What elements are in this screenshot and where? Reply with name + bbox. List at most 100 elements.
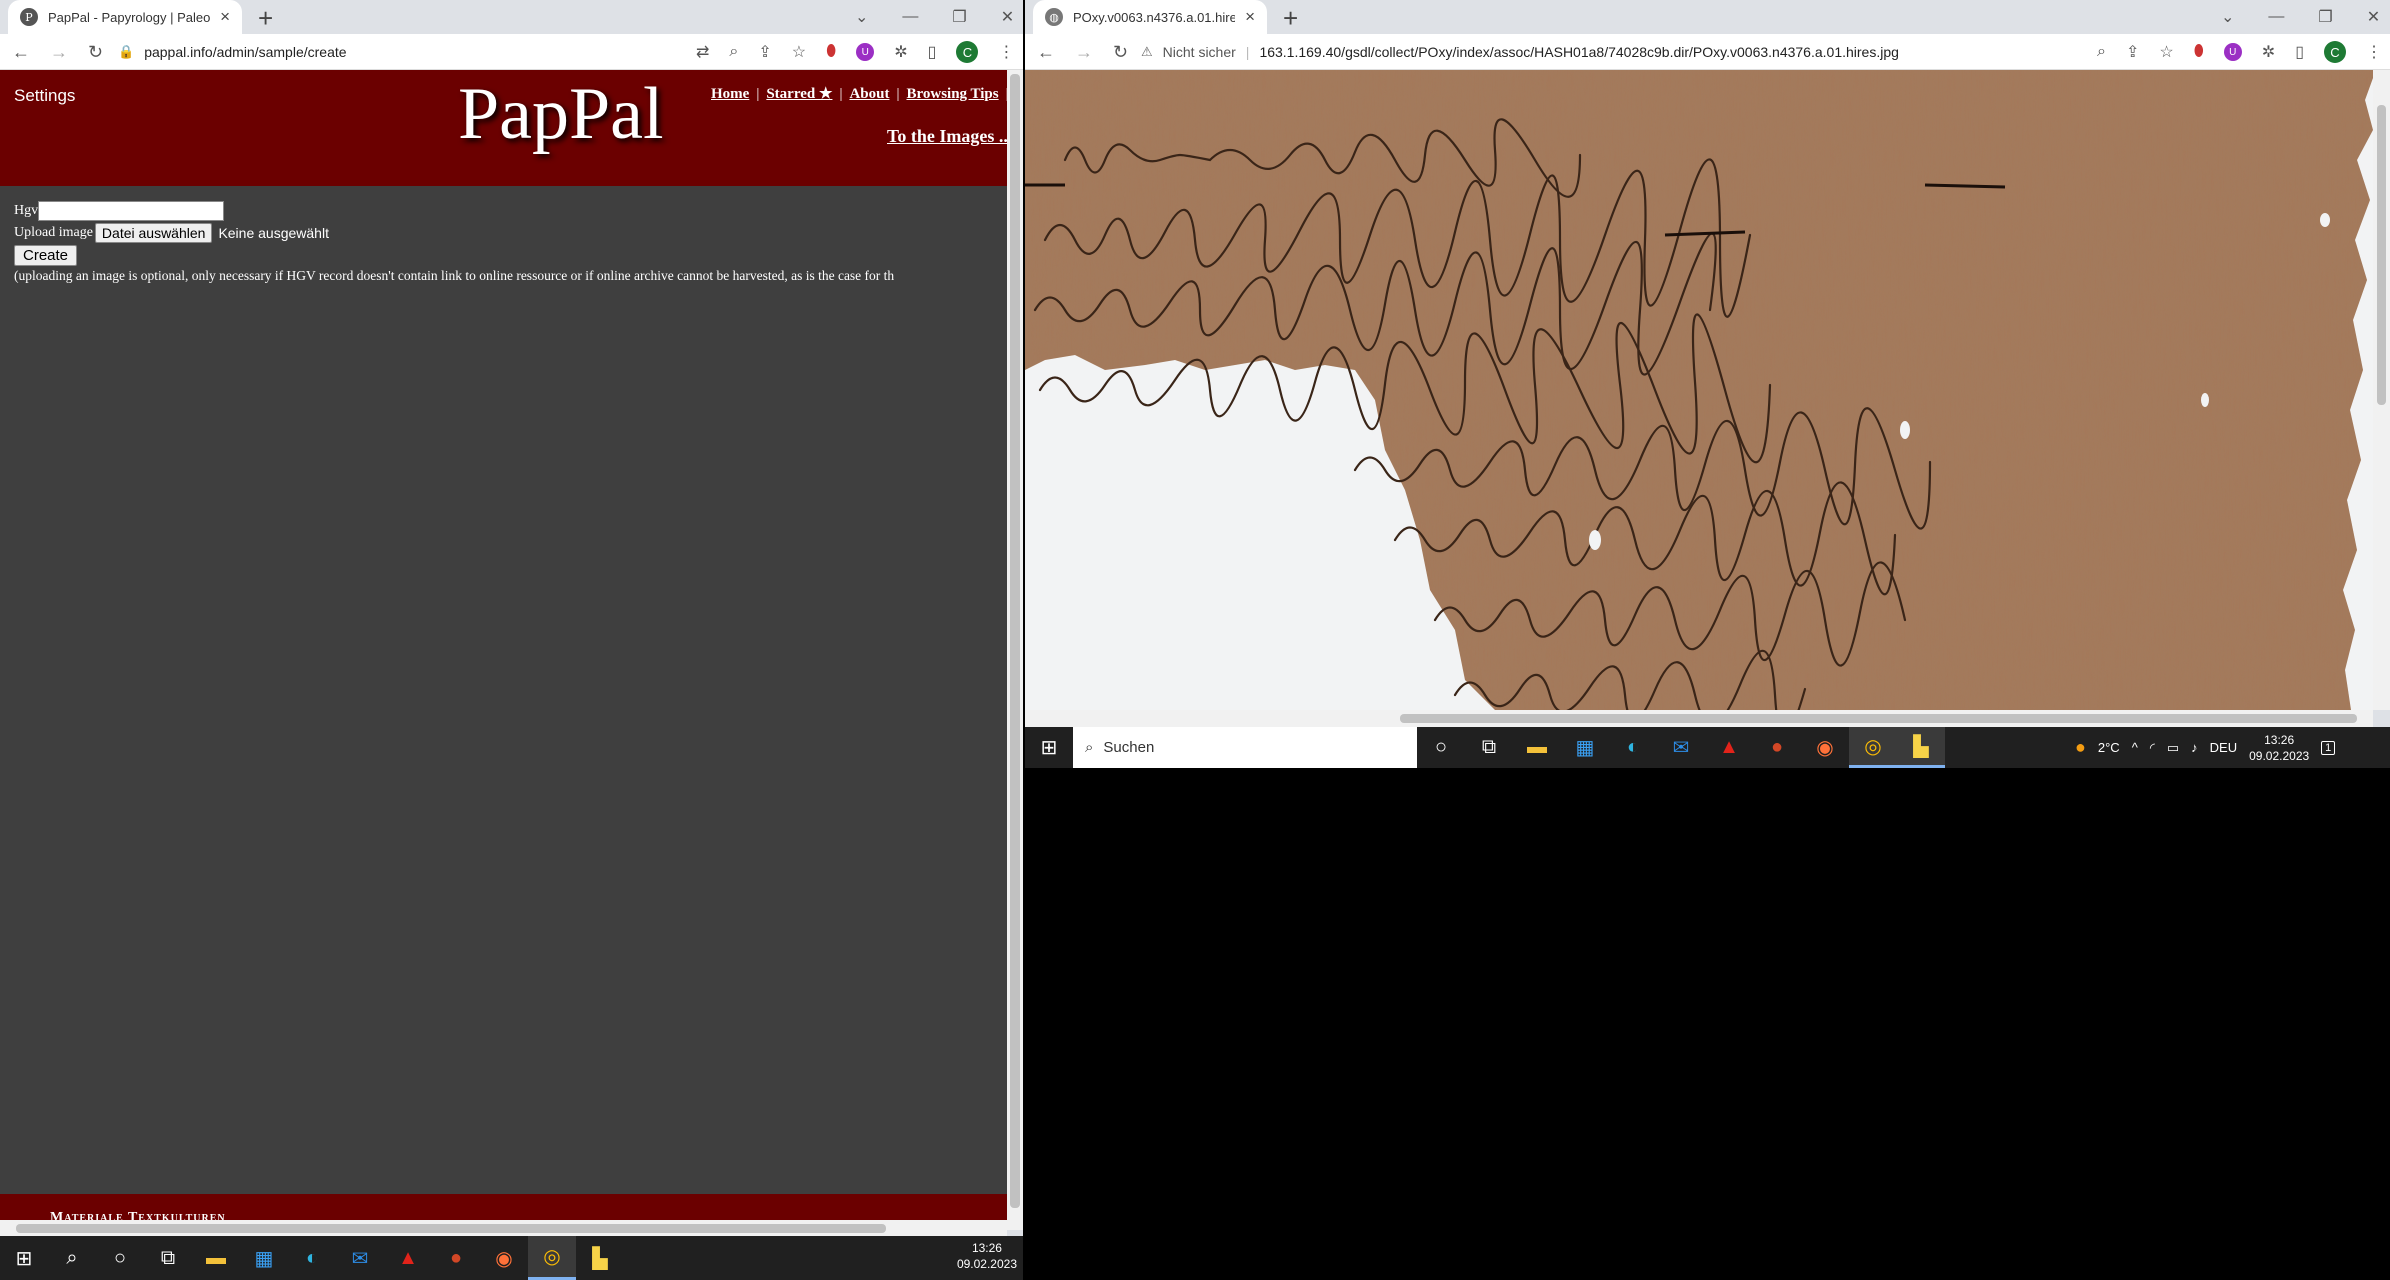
powerpoint-icon[interactable]: ● — [432, 1236, 480, 1280]
windows-start-icon[interactable]: ⊞ — [0, 1236, 48, 1280]
taskbar-search-box[interactable]: ⌕ Suchen — [1073, 727, 1417, 768]
close-tab-icon[interactable]: × — [220, 7, 230, 27]
more-icon[interactable]: ⋮ — [998, 42, 1014, 62]
temperature[interactable]: 2°C — [2098, 740, 2120, 755]
choose-file-button[interactable]: Datei auswählen — [94, 223, 213, 243]
star-icon[interactable]: ☆ — [2159, 42, 2173, 62]
cortana-icon[interactable]: ○ — [1417, 727, 1465, 768]
weather-icon[interactable]: ● — [2075, 737, 2086, 758]
windows-start-icon[interactable]: ⊞ — [1025, 727, 1073, 768]
chrome-icon[interactable]: ◎ — [528, 1236, 576, 1280]
restore-icon[interactable]: ❐ — [2318, 7, 2332, 27]
settings-link[interactable]: Settings — [14, 86, 75, 106]
minimize-icon[interactable]: — — [902, 8, 918, 26]
close-window-icon[interactable]: ✕ — [1001, 7, 1014, 27]
right-browser-window: ◍ POxy.v0063.n4376.a.01.hires.jpg × + ⌄ … — [1025, 0, 2390, 768]
tab-search-icon[interactable]: ⌄ — [855, 7, 868, 27]
profile-avatar[interactable]: C — [2324, 41, 2346, 63]
forward-icon[interactable]: → — [50, 42, 68, 63]
site-logo[interactable]: PapPal — [458, 72, 664, 157]
star-icon[interactable]: ☆ — [792, 42, 806, 62]
extension-red-icon[interactable]: ⬮ — [2194, 43, 2204, 61]
sidepanel-icon[interactable]: ▯ — [928, 42, 937, 62]
python-icon[interactable]: ▙ — [576, 1236, 624, 1280]
reload-icon[interactable]: ↻ — [88, 42, 103, 63]
language-indicator[interactable]: DEU — [2210, 740, 2237, 755]
profile-avatar[interactable]: C — [956, 41, 979, 63]
create-button[interactable]: Create — [14, 244, 78, 266]
nav-home[interactable]: Home — [711, 86, 749, 102]
notification-icon[interactable]: 1 — [2321, 740, 2336, 755]
wifi-icon[interactable]: ◜ — [2150, 740, 2155, 756]
back-icon[interactable]: ← — [1037, 42, 1055, 63]
close-window-icon[interactable]: ✕ — [2367, 7, 2380, 27]
firefox-icon[interactable]: ◉ — [480, 1236, 528, 1280]
firefox-icon[interactable]: ◉ — [1801, 727, 1849, 768]
cortana-icon[interactable]: ○ — [96, 1236, 144, 1280]
more-icon[interactable]: ⋮ — [2366, 42, 2382, 62]
sidepanel-icon[interactable]: ▯ — [2295, 42, 2304, 62]
extension-purple-icon[interactable]: U — [2223, 43, 2242, 61]
vertical-scroll-thumb[interactable] — [2377, 105, 2386, 405]
tab-search-icon[interactable]: ⌄ — [2221, 7, 2234, 27]
taskbar-clock[interactable]: 13:26 09.02.2023 — [2249, 732, 2309, 764]
tray-chevron-icon[interactable]: ^ — [2132, 740, 2138, 755]
tab-pappal[interactable]: P PapPal - Papyrology | Paleograph × — [8, 0, 242, 34]
translate-icon[interactable]: ⇄ — [696, 42, 709, 62]
extension-icon[interactable]: ✲ — [894, 42, 907, 62]
extension-icon[interactable]: ✲ — [2262, 42, 2275, 62]
search-placeholder: Suchen — [1103, 739, 1155, 756]
explorer-icon[interactable]: ▬ — [1513, 727, 1561, 768]
share-icon[interactable]: ⇪ — [758, 42, 771, 62]
horizontal-scroll-thumb[interactable] — [1400, 714, 2357, 723]
to-the-images-link[interactable]: To the Images ... — [887, 126, 1007, 147]
warning-icon[interactable]: ⚠ — [1141, 44, 1153, 60]
mail-icon[interactable]: ✉ — [1657, 727, 1705, 768]
horizontal-scroll-thumb[interactable] — [16, 1224, 886, 1233]
nav-browsing-tips[interactable]: Browsing Tips — [906, 86, 998, 102]
extension-purple-icon[interactable]: U — [856, 43, 875, 61]
acrobat-icon[interactable]: ▲ — [1705, 727, 1753, 768]
restore-icon[interactable]: ❐ — [952, 7, 966, 27]
forward-icon[interactable]: → — [1075, 42, 1093, 63]
tab-image[interactable]: ◍ POxy.v0063.n4376.a.01.hires.jpg × — [1033, 0, 1267, 34]
chrome-icon[interactable]: ◎ — [1849, 727, 1897, 768]
create-row: Create — [14, 244, 894, 266]
python-icon[interactable]: ▙ — [1897, 727, 1945, 768]
battery-icon[interactable]: ▭ — [2167, 740, 2179, 756]
toolbar-extensions: ⌕ ⇪ ☆ ⬮ U ✲ ▯ C ⋮ — [2097, 34, 2382, 70]
store-icon[interactable]: ▦ — [1561, 727, 1609, 768]
mail-icon[interactable]: ✉ — [336, 1236, 384, 1280]
close-tab-icon[interactable]: × — [1245, 7, 1255, 27]
vertical-scroll-thumb[interactable] — [1010, 74, 1020, 1208]
system-tray: ● 2°C ^ ◜ ▭ ♪ DEU 13:26 09.02.2023 1 — [2075, 727, 2336, 768]
acrobat-icon[interactable]: ▲ — [384, 1236, 432, 1280]
back-icon[interactable]: ← — [12, 42, 30, 63]
explorer-icon[interactable]: ▬ — [192, 1236, 240, 1280]
zoom-icon[interactable]: ⌕ — [2097, 43, 2106, 61]
taskbar-clock[interactable]: 13:26 09.02.2023 — [957, 1240, 1017, 1272]
edge-icon[interactable]: ◐ — [1609, 727, 1657, 768]
globe-favicon-icon: ◍ — [1045, 8, 1063, 26]
address-bar[interactable]: ⚠ Nicht sicher | 163.1.169.40/gsdl/colle… — [1141, 38, 2081, 66]
nav-about[interactable]: About — [849, 86, 889, 102]
zoom-icon[interactable]: ⌕ — [729, 43, 738, 61]
lock-icon[interactable]: 🔒 — [118, 44, 134, 60]
hgv-input[interactable] — [38, 201, 225, 221]
extension-red-icon[interactable]: ⬮ — [826, 43, 836, 61]
edge-icon[interactable]: ◐ — [288, 1236, 336, 1280]
volume-icon[interactable]: ♪ — [2191, 740, 2198, 755]
taskview-icon[interactable]: ⧉ — [144, 1236, 192, 1280]
new-tab-button[interactable]: + — [258, 3, 273, 34]
taskview-icon[interactable]: ⧉ — [1465, 727, 1513, 768]
address-bar[interactable]: 🔒 pappal.info/admin/sample/create — [118, 38, 678, 66]
minimize-icon[interactable]: — — [2268, 8, 2284, 26]
search-icon[interactable]: ⌕ — [48, 1236, 96, 1280]
store-icon[interactable]: ▦ — [240, 1236, 288, 1280]
image-viewer[interactable] — [1025, 70, 2373, 710]
new-tab-button[interactable]: + — [1283, 3, 1298, 34]
reload-icon[interactable]: ↻ — [1113, 42, 1128, 63]
powerpoint-icon[interactable]: ● — [1753, 727, 1801, 768]
nav-starred[interactable]: Starred ★ — [766, 86, 832, 102]
share-icon[interactable]: ⇪ — [2126, 42, 2139, 62]
